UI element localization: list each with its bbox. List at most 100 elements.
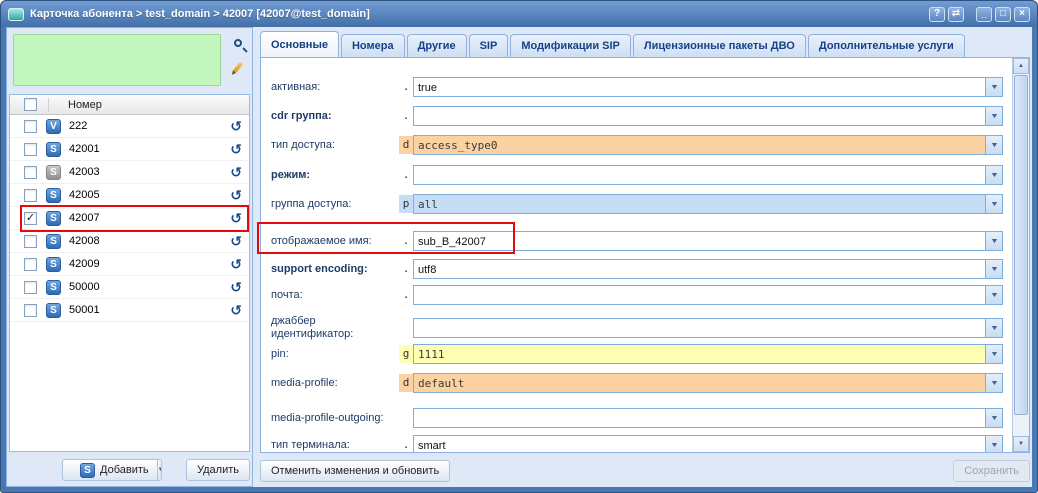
row-checkbox[interactable] <box>24 235 37 248</box>
combo-mode[interactable]: ▼ <box>413 165 1003 185</box>
combo-access-type[interactable]: access_type0 ▼ <box>413 135 1003 155</box>
combo-email[interactable]: ▼ <box>413 285 1003 305</box>
maximize-button[interactable]: □ <box>995 7 1011 22</box>
list-item[interactable]: S 50001 ↺ <box>10 299 249 322</box>
row-checkbox[interactable] <box>24 166 37 179</box>
combo-display-name[interactable]: sub_B_42007 ▼ <box>413 231 1003 251</box>
chevron-down-icon[interactable]: ▼ <box>985 260 1002 278</box>
add-button[interactable]: S Добавить ▼ <box>62 459 162 481</box>
tab-additional-services[interactable]: Дополнительные услуги <box>808 34 965 57</box>
delete-button[interactable]: Удалить <box>186 459 250 481</box>
scroll-up-icon[interactable]: ▲ <box>1013 58 1029 74</box>
list-item[interactable]: S 42001 ↺ <box>10 138 249 161</box>
column-header-number[interactable]: Номер <box>49 95 249 115</box>
combo-pin[interactable]: 1111 ▼ <box>413 344 1003 364</box>
refresh-button[interactable]: ⇄ <box>948 7 964 22</box>
row-checkbox[interactable] <box>24 258 37 271</box>
row-checkbox[interactable] <box>24 281 37 294</box>
field-value: utf8 <box>414 260 985 278</box>
field-label: отображаемое имя: <box>271 235 399 248</box>
list-item-selected[interactable]: ✓ S 42007 ↺ <box>10 207 249 230</box>
tab-license-packages[interactable]: Лицензионные пакеты ДВО <box>633 34 806 57</box>
chevron-down-icon[interactable]: ▼ <box>985 136 1002 154</box>
close-button[interactable]: × <box>1014 7 1030 22</box>
chevron-down-icon[interactable]: ▼ <box>985 232 1002 250</box>
field-flag: . <box>399 436 413 453</box>
app-icon <box>8 8 24 21</box>
form-field-active: активная: . true ▼ <box>271 74 1003 100</box>
chevron-down-icon[interactable]: ▼ <box>985 319 1002 337</box>
history-icon[interactable]: ↺ <box>230 142 242 156</box>
list-item[interactable]: V 222 ↺ <box>10 115 249 138</box>
tab-others[interactable]: Другие <box>407 34 467 57</box>
combo-access-group[interactable]: all ▼ <box>413 194 1003 214</box>
row-checkbox[interactable] <box>24 120 37 133</box>
minimize-button[interactable]: _ <box>976 7 992 22</box>
cancel-refresh-button[interactable]: Отменить изменения и обновить <box>260 460 450 482</box>
combo-terminal-type[interactable]: smart ▼ <box>413 435 1003 453</box>
combo-active[interactable]: true ▼ <box>413 77 1003 97</box>
chevron-down-icon[interactable]: ▼ <box>985 195 1002 213</box>
history-icon[interactable]: ↺ <box>230 234 242 248</box>
tab-numbers[interactable]: Номера <box>341 34 405 57</box>
history-icon[interactable]: ↺ <box>230 303 242 317</box>
field-label: активная: <box>271 81 399 94</box>
history-icon[interactable]: ↺ <box>230 211 242 225</box>
field-value: default <box>414 374 985 392</box>
chevron-down-icon: ▼ <box>158 467 162 473</box>
edit-filter-button[interactable] <box>228 57 248 77</box>
history-icon[interactable]: ↺ <box>230 188 242 202</box>
combo-media-profile[interactable]: default ▼ <box>413 373 1003 393</box>
list-item[interactable]: S 42003 ↺ <box>10 161 249 184</box>
history-icon[interactable]: ↺ <box>230 280 242 294</box>
subscriber-icon: S <box>80 463 95 478</box>
save-button[interactable]: Сохранить <box>953 460 1030 482</box>
combo-jabber-id[interactable]: ▼ <box>413 318 1003 338</box>
form-field-support-encoding: support encoding: . utf8 ▼ <box>271 256 1003 282</box>
chevron-down-icon[interactable]: ▼ <box>985 107 1002 125</box>
chevron-down-icon[interactable]: ▼ <box>985 436 1002 453</box>
add-dropdown-button[interactable]: ▼ <box>157 460 162 480</box>
chevron-down-icon[interactable]: ▼ <box>985 166 1002 184</box>
chevron-down-icon[interactable]: ▼ <box>985 374 1002 392</box>
chevron-down-icon[interactable]: ▼ <box>985 78 1002 96</box>
search-input[interactable] <box>13 34 221 86</box>
select-all-checkbox[interactable] <box>24 98 37 111</box>
combo-cdr-group[interactable]: ▼ <box>413 106 1003 126</box>
row-checkbox-checked[interactable]: ✓ <box>24 212 37 225</box>
tab-main[interactable]: Основные <box>260 31 339 57</box>
chevron-down-icon[interactable]: ▼ <box>985 409 1002 427</box>
subscriber-number: 42007 <box>69 212 230 224</box>
window-titlebar[interactable]: Карточка абонента > test_domain > 42007 … <box>1 1 1037 27</box>
history-icon[interactable]: ↺ <box>230 257 242 271</box>
row-checkbox[interactable] <box>24 304 37 317</box>
chevron-down-icon[interactable]: ▼ <box>985 286 1002 304</box>
list-item[interactable]: S 50000 ↺ <box>10 276 249 299</box>
tab-sip[interactable]: SIP <box>469 34 509 57</box>
form-scrollbar[interactable]: ▲ ▼ <box>1012 58 1029 452</box>
field-value: access_type0 <box>414 136 985 154</box>
list-item[interactable]: S 42009 ↺ <box>10 253 249 276</box>
field-flag: g <box>399 345 413 363</box>
help-button[interactable]: ? <box>929 7 945 22</box>
list-item[interactable]: S 42005 ↺ <box>10 184 249 207</box>
scrollbar-thumb[interactable] <box>1014 75 1028 415</box>
chevron-down-icon[interactable]: ▼ <box>985 345 1002 363</box>
history-icon[interactable]: ↺ <box>230 119 242 133</box>
field-flag: . <box>399 260 413 278</box>
history-icon[interactable]: ↺ <box>230 165 242 179</box>
row-checkbox[interactable] <box>24 189 37 202</box>
list-item[interactable]: S 42008 ↺ <box>10 230 249 253</box>
subscriber-type-icon-disabled: S <box>46 165 61 180</box>
row-checkbox[interactable] <box>24 143 37 156</box>
table-header[interactable]: Номер <box>10 95 249 115</box>
search-button[interactable] <box>228 33 248 53</box>
scroll-down-icon[interactable]: ▼ <box>1013 436 1029 452</box>
subscriber-type-icon: S <box>46 280 61 295</box>
tab-sip-modifications[interactable]: Модификации SIP <box>510 34 631 57</box>
field-value: sub_B_42007 <box>414 232 985 250</box>
subscriber-number: 50000 <box>69 281 230 293</box>
combo-media-profile-outgoing[interactable]: ▼ <box>413 408 1003 428</box>
add-button-main[interactable]: S Добавить <box>63 460 157 480</box>
combo-support-encoding[interactable]: utf8 ▼ <box>413 259 1003 279</box>
